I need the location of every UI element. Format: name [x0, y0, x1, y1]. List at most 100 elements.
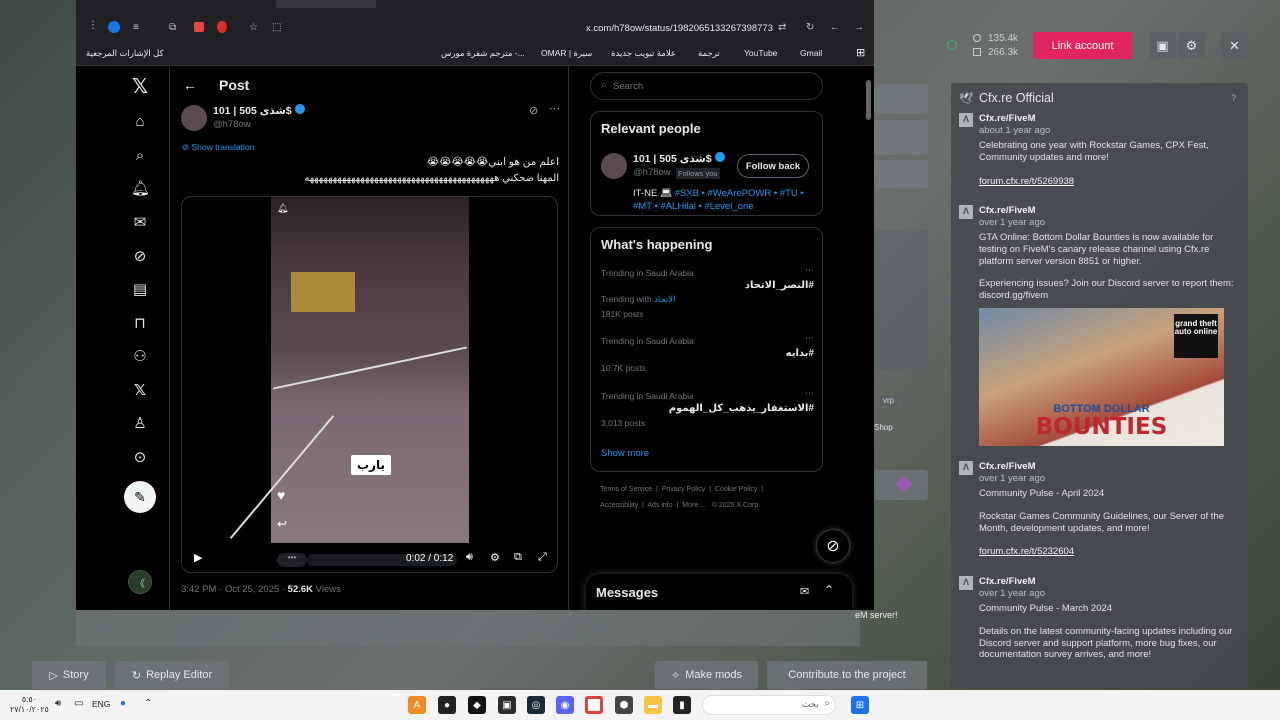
play-button[interactable]: ▶ — [194, 551, 202, 564]
account-avatar[interactable]: 《 — [128, 570, 152, 594]
trend-with-tag[interactable]: الاتحاد — [654, 294, 675, 304]
chrome-icon[interactable] — [585, 696, 603, 714]
lists-icon[interactable]: ▤ — [131, 281, 149, 299]
new-message-icon[interactable]: ✉ — [800, 585, 809, 598]
grok-explain-icon[interactable]: ⊘ — [529, 104, 538, 117]
bio-tags[interactable]: #SXB • #WeArePOWR • #TU • #MT • #ALHilal… — [633, 188, 804, 212]
scrollbar-thumb[interactable] — [866, 80, 871, 120]
bookmark-item[interactable]: OMAR | سيرة — [541, 48, 592, 59]
search-input[interactable]: ⌕ Search — [590, 72, 823, 100]
video-more-icon[interactable]: ••• — [277, 553, 307, 567]
pip-icon[interactable]: ⧉ — [514, 551, 522, 564]
show-more-link[interactable]: Show more — [601, 448, 649, 459]
rp-name[interactable]: 101 | 505 شذى$ — [633, 152, 725, 165]
active-tab[interactable] — [276, 0, 376, 8]
home-icon[interactable]: ⌂ — [131, 113, 149, 131]
feed-link[interactable]: forum.cfx.re/t/5232604 — [979, 546, 1241, 558]
server-tile[interactable] — [874, 230, 928, 370]
bookmark-item[interactable]: علامة تبويب جديدة — [611, 48, 676, 59]
server-tile[interactable] — [874, 84, 928, 114]
app-icon[interactable]: A — [408, 696, 426, 714]
messages-icon[interactable]: ✉ — [131, 214, 149, 232]
server-tile[interactable] — [874, 120, 928, 155]
apps-grid-icon[interactable]: ⊞ — [856, 46, 865, 59]
bookmark-youtube[interactable]: YouTube — [744, 48, 777, 58]
link-account-button[interactable]: Link account — [1033, 32, 1132, 59]
exit-button[interactable]: ✕ — [1221, 32, 1248, 59]
share-icon[interactable]: ⬚ — [272, 22, 281, 33]
rp-handle[interactable]: @h78ow — [633, 167, 671, 178]
replay-editor-button[interactable]: ↻ Replay Editor — [115, 661, 229, 689]
make-mods-button[interactable]: ✧ Make mods — [655, 661, 758, 689]
back-arrow-icon[interactable]: ← — [183, 77, 197, 93]
like-icon[interactable]: ♥ — [277, 487, 285, 503]
back-icon[interactable]: ← — [830, 22, 840, 33]
app-icon[interactable]: ⬢ — [615, 696, 633, 714]
trend-more-icon[interactable]: ⋯ — [805, 333, 814, 344]
extension-icon[interactable] — [194, 22, 204, 32]
trend-more-icon[interactable]: ⋯ — [805, 388, 814, 399]
app-icon[interactable]: ● — [438, 696, 456, 714]
clock[interactable]: ٥:٥٠ ٢٧/١٠/٢٠٢٥ — [10, 695, 49, 714]
start-icon[interactable]: ⊞ — [851, 696, 869, 714]
file-explorer-icon[interactable]: ▬ — [644, 696, 662, 714]
discord-icon[interactable]: ◉ — [556, 696, 574, 714]
steam-icon[interactable]: ◎ — [527, 696, 545, 714]
extension-icon[interactable] — [217, 21, 227, 33]
taskbar-search[interactable]: بحث ⌕ — [702, 695, 836, 715]
communities-icon[interactable]: ⚇ — [131, 348, 149, 366]
story-button[interactable]: ▷ Story — [32, 661, 106, 689]
fullscreen-icon[interactable]: ⤢ — [538, 551, 547, 564]
app-icon[interactable]: ◆ — [468, 696, 486, 714]
tab-search-icon[interactable]: ≡ — [133, 22, 139, 33]
trend-more-icon[interactable]: ⋯ — [805, 265, 814, 276]
notifications-button[interactable]: ▣ — [1149, 32, 1176, 59]
feed-link[interactable]: forum.cfx.re/t/5269938 — [979, 176, 1241, 188]
avatar[interactable] — [601, 153, 627, 179]
bookmark-item[interactable]: مترجم شفرة مورس -... — [441, 48, 525, 59]
profile-icon[interactable] — [108, 21, 120, 33]
trend-item[interactable]: Trending in Saudi Arabia ⋯ #النصر_الاتحا… — [601, 265, 814, 319]
x-logo-icon[interactable]: 𝕏 — [131, 77, 149, 97]
author-handle[interactable]: @h78ow — [213, 119, 251, 130]
more-options-icon[interactable]: ⋯ — [549, 102, 560, 115]
footer-link[interactable]: Cookie Policy — [715, 486, 757, 493]
hidden-icons-chevron-icon[interactable]: ⌃ — [144, 698, 152, 709]
mic-icon[interactable]: ● — [120, 698, 126, 709]
bookmark-gmail[interactable]: Gmail — [800, 48, 822, 58]
reload-icon[interactable]: ↻ — [806, 22, 814, 33]
show-translation[interactable]: ⊘ Show translation — [182, 142, 254, 153]
follow-back-button[interactable]: Follow back — [737, 154, 809, 178]
site-settings-icon[interactable]: ⇄ — [778, 22, 786, 33]
footer-link[interactable]: More ... — [682, 502, 706, 509]
help-icon[interactable]: ? — [1231, 93, 1236, 103]
network-icon[interactable]: ▭ — [74, 698, 83, 709]
volume-icon[interactable]: 🔊︎ — [55, 698, 61, 709]
menu-dots-icon[interactable]: ⋮ — [88, 20, 98, 31]
video-player[interactable]: يارب ♥ ↩ 🔔︎ ▶ ••• 0:02 / 0:12 🔊︎ ⚙ ⧉ ⤢ — [181, 196, 558, 573]
extensions-icon[interactable]: ⧉ — [169, 22, 176, 33]
expand-icon[interactable]: ⌃ — [824, 583, 834, 597]
footer-link[interactable]: Terms of Service — [600, 486, 652, 493]
server-tile[interactable] — [874, 160, 928, 188]
footer-link[interactable]: Accessibility — [600, 502, 638, 509]
bounties-banner[interactable]: grand theft auto online BOTTOM DOLLAR BO… — [979, 308, 1224, 446]
star-icon[interactable]: ☆ — [249, 22, 258, 33]
premium-icon[interactable]: 𝕏 — [131, 382, 149, 400]
notifications-icon[interactable]: 🔔︎ — [131, 180, 150, 198]
share-arrow-icon[interactable]: ↩ — [277, 517, 287, 531]
grok-float-icon[interactable]: ⊘ — [816, 529, 850, 563]
bookmarks-icon[interactable]: ⊓ — [131, 315, 149, 333]
grok-icon[interactable]: ⊘ — [131, 248, 149, 266]
messages-drawer[interactable]: Messages ✉ ⌃ — [586, 574, 852, 610]
forward-icon[interactable]: → — [854, 22, 864, 33]
settings-button[interactable]: ⚙ — [1178, 32, 1205, 59]
search-icon[interactable]: ⌕ — [131, 147, 149, 165]
trend-item[interactable]: Trending in Saudi Arabia ⋯ #بدايه 10.7K … — [601, 333, 814, 373]
settings-icon[interactable]: ⚙ — [490, 551, 500, 564]
post-compose-icon[interactable]: ✎ — [124, 481, 156, 513]
avatar[interactable] — [181, 105, 207, 131]
contribute-button[interactable]: Contribute to the project — [767, 661, 927, 689]
profile-icon[interactable]: ♙ — [131, 415, 149, 433]
volume-icon[interactable]: 🔊︎ — [466, 551, 473, 564]
